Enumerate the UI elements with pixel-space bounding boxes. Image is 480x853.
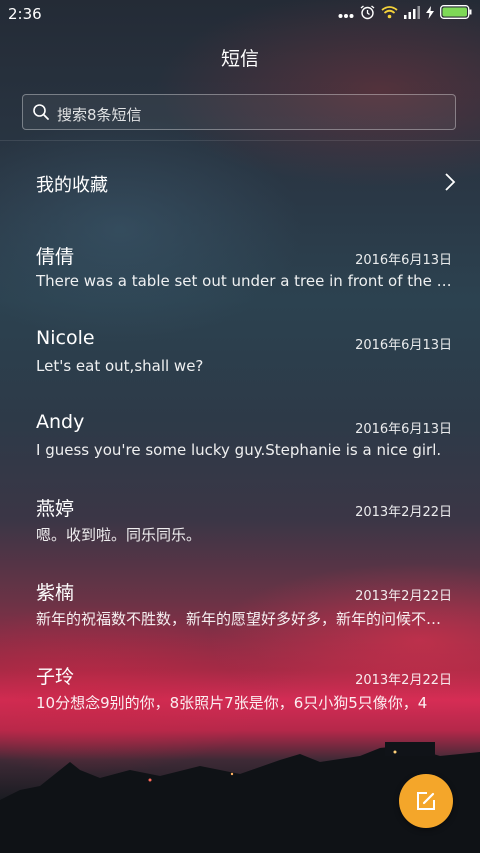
wifi-icon — [381, 5, 398, 23]
message-date: 2013年2月22日 — [355, 589, 452, 604]
conversation-item[interactable]: 子玲 2013年2月22日 10分想念9别的你，8张照片7张是你，6只小狗5只像… — [0, 662, 480, 738]
message-preview: 新年的祝福数不胜数，新年的愿望好多好多，新年的问候不能少 — [36, 610, 454, 628]
message-date: 2016年6月13日 — [355, 253, 452, 268]
message-date: 2016年6月13日 — [355, 422, 452, 437]
message-preview: 嗯。收到啦。同乐同乐。 — [36, 526, 202, 544]
message-preview: There was a table set out under a tree i… — [36, 272, 454, 290]
conversation-item[interactable]: Andy 2016年6月13日 I guess you're some luck… — [0, 411, 480, 487]
status-time: 2:36 — [8, 5, 42, 23]
contact-name: 紫楠 — [36, 582, 75, 604]
conversation-item[interactable]: 燕婷 2013年2月22日 嗯。收到啦。同乐同乐。 — [0, 494, 480, 570]
divider — [0, 140, 480, 141]
message-date: 2013年2月22日 — [355, 505, 452, 520]
signal-icon — [404, 5, 420, 23]
message-date: 2016年6月13日 — [355, 338, 452, 353]
more-dots-icon — [338, 5, 354, 23]
message-preview: Let's eat out,shall we? — [36, 357, 204, 375]
page-title: 短信 — [220, 48, 259, 70]
conversation-item[interactable]: Nicole 2016年6月13日 Let's eat out,shall we… — [0, 327, 480, 403]
search-icon — [32, 103, 50, 125]
favorites-row[interactable]: 我的收藏 — [0, 158, 480, 206]
message-preview: 10分想念9别的你，8张照片7张是你，6只小狗5只像你，4 — [36, 694, 428, 712]
conversation-item[interactable]: 紫楠 2013年2月22日 新年的祝福数不胜数，新年的愿望好多好多，新年的问候不… — [0, 578, 480, 654]
contact-name: 倩倩 — [36, 246, 75, 268]
message-date: 2013年2月22日 — [355, 673, 452, 688]
status-bar: 2:36 — [0, 0, 480, 28]
contact-name: Nicole — [36, 327, 95, 349]
alarm-clock-icon — [360, 4, 375, 24]
contact-name: 子玲 — [36, 666, 75, 688]
chevron-right-icon — [444, 172, 456, 196]
compose-button[interactable] — [399, 774, 453, 828]
battery-icon — [440, 5, 472, 23]
conversation-item[interactable]: 倩倩 2016年6月13日 There was a table set out … — [0, 242, 480, 318]
search-placeholder: 搜索8条短信 — [57, 106, 142, 124]
contact-name: Andy — [36, 411, 85, 433]
favorites-label: 我的收藏 — [36, 175, 108, 196]
message-preview: I guess you're some lucky guy.Stephanie … — [36, 441, 442, 459]
compose-icon — [417, 792, 435, 810]
charging-icon — [426, 5, 434, 23]
contact-name: 燕婷 — [36, 498, 75, 520]
search-input[interactable]: 搜索8条短信 — [22, 94, 456, 130]
